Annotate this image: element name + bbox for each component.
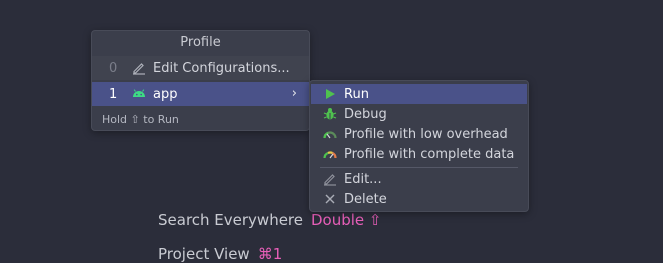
item-label: Edit Configurations... bbox=[153, 60, 290, 76]
app-submenu: Run Debug Profile with low overhead Prof… bbox=[309, 80, 529, 212]
item-mnemonic: 1 bbox=[109, 86, 118, 102]
run-icon bbox=[322, 86, 338, 102]
menu-separator bbox=[320, 167, 518, 168]
search-everywhere-shortcut: Double ⇧ bbox=[311, 211, 382, 229]
debug-label: Debug bbox=[344, 106, 387, 122]
hold-shift-hint: Hold ⇧ to Run bbox=[102, 113, 179, 126]
debug-icon bbox=[322, 106, 338, 122]
profiler-full-icon bbox=[322, 146, 338, 162]
android-icon bbox=[131, 86, 147, 102]
item-mnemonic: 0 bbox=[109, 60, 118, 76]
item-label: app bbox=[153, 86, 178, 102]
project-view-shortcut: ⌘1 bbox=[257, 245, 283, 263]
profile-low-overhead-item[interactable]: Profile with low overhead bbox=[311, 124, 527, 144]
run-label: Run bbox=[344, 86, 369, 102]
delete-label: Delete bbox=[344, 191, 387, 207]
close-icon bbox=[322, 191, 338, 207]
delete-item[interactable]: Delete bbox=[311, 189, 527, 209]
pencil-icon bbox=[131, 60, 147, 76]
profile-popup: Profile 0 Edit Configurations... 1 app ›… bbox=[91, 30, 310, 131]
search-everywhere-label: Search Everywhere bbox=[158, 211, 303, 229]
edit-item[interactable]: Edit... bbox=[311, 169, 527, 189]
profiler-low-icon bbox=[322, 126, 338, 142]
profile-complete-data-label: Profile with complete data bbox=[344, 146, 515, 162]
chevron-right-icon: › bbox=[291, 86, 297, 101]
project-view-hint: Project View ⌘1 bbox=[158, 245, 282, 263]
profile-low-overhead-label: Profile with low overhead bbox=[344, 126, 508, 142]
run-item[interactable]: Run bbox=[311, 84, 527, 104]
edit-configurations-item[interactable]: 0 Edit Configurations... bbox=[92, 56, 309, 80]
app-configuration-item[interactable]: 1 app › bbox=[92, 82, 309, 106]
edit-label: Edit... bbox=[344, 171, 382, 187]
pencil-icon bbox=[322, 171, 338, 187]
popup-title: Profile bbox=[180, 35, 221, 50]
debug-item[interactable]: Debug bbox=[311, 104, 527, 124]
profile-complete-data-item[interactable]: Profile with complete data bbox=[311, 144, 527, 164]
project-view-label: Project View bbox=[158, 245, 250, 263]
search-everywhere-hint: Search Everywhere Double ⇧ bbox=[158, 211, 382, 229]
